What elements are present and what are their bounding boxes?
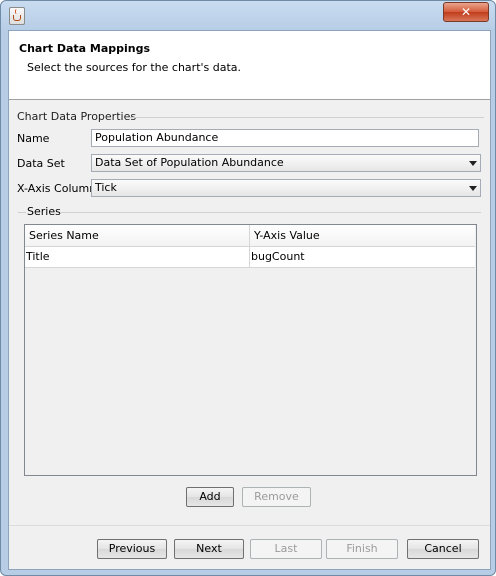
banner-title: Chart Data Mappings: [19, 42, 151, 55]
cancel-button[interactable]: Cancel: [407, 539, 479, 559]
banner-description: Select the sources for the chart's data.: [27, 61, 242, 74]
title-bar[interactable]: ✕: [1, 1, 495, 29]
series-table[interactable]: Series Name Y-Axis Value Title bugCount: [24, 224, 477, 476]
group-divider: [129, 117, 484, 118]
dialog-window: ✕ Chart Data Mappings Select the sources…: [0, 0, 496, 576]
cell-y-axis-value[interactable]: bugCount: [250, 247, 475, 267]
close-button[interactable]: ✕: [443, 2, 489, 22]
last-button[interactable]: Last: [250, 539, 322, 559]
x-axis-selected-value: Tick: [95, 181, 117, 194]
series-heading: Series: [27, 205, 61, 218]
data-set-selected-value: Data Set of Population Abundance: [95, 156, 284, 169]
dialog-content: Chart Data Mappings Select the sources f…: [8, 30, 491, 570]
name-input[interactable]: Population Abundance: [91, 129, 479, 147]
x-axis-column-dropdown[interactable]: Tick: [91, 179, 481, 197]
chart-data-properties-heading: Chart Data Properties: [17, 110, 137, 123]
remove-button[interactable]: Remove: [242, 487, 311, 507]
table-header: Series Name Y-Axis Value: [25, 225, 475, 247]
previous-button[interactable]: Previous: [97, 539, 167, 559]
x-axis-column-label: X-Axis Column: [17, 182, 97, 195]
button-bar-divider: [9, 525, 490, 526]
finish-button[interactable]: Finish: [326, 539, 398, 559]
table-row[interactable]: Title bugCount: [25, 247, 475, 268]
chevron-down-icon: [469, 161, 477, 166]
name-label: Name: [17, 132, 50, 145]
wizard-banner: Chart Data Mappings Select the sources f…: [9, 31, 490, 100]
java-app-icon: [9, 7, 25, 25]
add-button[interactable]: Add: [186, 487, 234, 507]
chevron-down-icon: [469, 186, 477, 191]
column-header-series-name[interactable]: Series Name: [25, 225, 249, 246]
next-button[interactable]: Next: [174, 539, 244, 559]
series-divider-left: [18, 212, 26, 213]
column-header-y-axis-value[interactable]: Y-Axis Value: [250, 225, 475, 246]
series-divider: [61, 212, 481, 213]
data-set-dropdown[interactable]: Data Set of Population Abundance: [91, 154, 481, 172]
data-set-label: Data Set: [17, 157, 65, 170]
cell-series-name[interactable]: Title: [25, 247, 249, 267]
